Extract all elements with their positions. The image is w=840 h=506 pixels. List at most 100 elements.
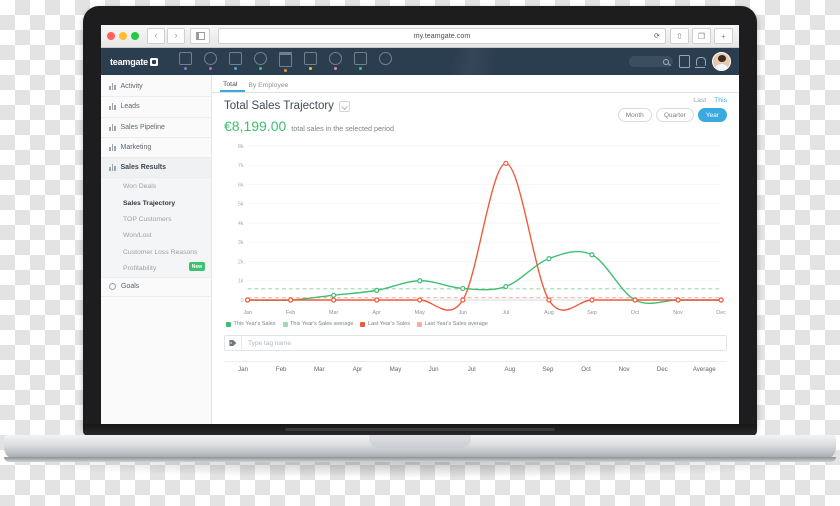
reports-icon[interactable] (323, 51, 348, 72)
global-search-input[interactable] (629, 56, 673, 67)
x-axis-tick: Feb (286, 310, 295, 316)
data-point[interactable] (331, 297, 337, 303)
sidebar-item-goals[interactable]: Goals (101, 276, 211, 298)
settings-icon[interactable] (373, 51, 398, 72)
sidebar: Activity Leads Sales Pipeline Marketing Sale… (101, 75, 212, 425)
period-range-quarter[interactable]: Quarter (655, 108, 694, 122)
data-point[interactable] (632, 297, 638, 303)
forward-button[interactable]: › (167, 28, 185, 44)
tab-total[interactable]: Total (220, 81, 246, 92)
data-point[interactable] (374, 287, 380, 293)
new-tab-icon[interactable]: + (714, 28, 733, 44)
period-range-month[interactable]: Month (617, 108, 652, 122)
data-point[interactable] (718, 297, 724, 303)
bar-chart-icon (109, 144, 116, 152)
user-avatar[interactable] (712, 52, 731, 71)
dashboard-icon[interactable] (173, 51, 198, 72)
bell-icon[interactable] (695, 57, 706, 68)
data-point[interactable] (288, 297, 294, 303)
screen: ‹ › my.teamgate.com ⟳ ⇧ ❐ + teamgate Act… (101, 25, 739, 425)
sidebar-toggle-icon[interactable] (190, 28, 210, 44)
sidebar-subitem-label: Customer Loss Reasons (123, 248, 198, 256)
legend-item[interactable]: This Year's Sales average (282, 321, 353, 327)
sidebar-subitem-sales-trajectory[interactable]: Sales Trajectory (101, 194, 211, 212)
sidebar-subitem-profitability[interactable]: Profitability New (101, 260, 211, 277)
table-header-cell: Jun (428, 366, 439, 373)
legend-label: This Year's Sales (233, 321, 276, 327)
data-point[interactable] (503, 283, 509, 290)
sidebar-subitem-won-deals[interactable]: Won Deals (101, 178, 211, 195)
legend-item[interactable]: This Year's Sales (226, 321, 276, 327)
y-axis-tick: 4k (238, 221, 244, 227)
period-scope-this[interactable]: This (714, 97, 727, 104)
table-header-cell: Nov (618, 366, 630, 373)
leads-icon[interactable] (198, 51, 223, 72)
back-button[interactable]: ‹ (147, 28, 165, 44)
data-point[interactable] (460, 285, 466, 292)
data-point[interactable] (546, 297, 552, 303)
sidebar-item-sales-results[interactable]: Sales Results (101, 158, 211, 179)
share-icon[interactable]: ⇧ (670, 28, 689, 44)
period-range-year[interactable]: Year (697, 108, 727, 122)
months-table-header: Jan Feb Mar Apr May Jun Jul Aug Sep Oct Nov Dec Aver… (224, 361, 727, 373)
data-point[interactable] (546, 256, 552, 262)
tab-by-employee[interactable]: By Employee (245, 82, 296, 92)
data-point[interactable] (374, 297, 380, 303)
laptop-mockup: ‹ › my.teamgate.com ⟳ ⇧ ❐ + teamgate Act… (0, 0, 840, 506)
table-header-cell: Oct (581, 366, 591, 373)
legend-item[interactable]: Last Year's Sales (360, 321, 410, 327)
url-bar[interactable]: my.teamgate.com ⟳ (218, 28, 666, 44)
pipeline-icon-glyph (229, 52, 242, 65)
series-line (247, 162, 722, 311)
library-icon[interactable] (348, 51, 373, 72)
minimize-window-button[interactable] (119, 32, 127, 40)
notes-icon[interactable] (679, 55, 690, 68)
data-point[interactable] (460, 297, 466, 303)
app-body: Activity Leads Sales Pipeline Marketing Sale… (101, 75, 739, 425)
period-range-toggle: Month Quarter Year (617, 108, 727, 122)
sidebar-item-activity[interactable]: Activity (101, 77, 211, 98)
nav-indicator-dot (184, 67, 187, 70)
sidebar-subitem-top-customers[interactable]: TOP Customers (101, 211, 211, 228)
sidebar-item-marketing[interactable]: Marketing (101, 138, 211, 159)
maximize-window-button[interactable] (131, 32, 139, 40)
tab-bar: Total By Employee (212, 75, 739, 93)
sidebar-subitem-won-lost[interactable]: Won/Lost (101, 227, 211, 245)
x-axis-tick: Aug (544, 310, 554, 316)
y-axis-tick: 6k (238, 182, 244, 188)
calendar-icon[interactable] (298, 51, 323, 72)
legend-item[interactable]: Last Year's Sales average (416, 321, 488, 327)
data-point[interactable] (589, 297, 595, 303)
data-point[interactable] (331, 292, 337, 298)
data-point[interactable] (245, 297, 251, 303)
x-axis-tick: Sep (587, 310, 597, 316)
teamgate-logo[interactable]: teamgate (101, 57, 173, 67)
report-panel: Total Sales Trajectory €8,199.00 total s… (212, 93, 739, 134)
contacts-icon-glyph (254, 52, 267, 65)
data-point[interactable] (675, 297, 681, 303)
data-point[interactable] (417, 297, 423, 303)
data-point[interactable] (503, 160, 509, 166)
reload-icon[interactable]: ⟳ (654, 32, 660, 40)
sidebar-subitem-customer-loss-reasons[interactable]: Customer Loss Reasons (101, 244, 211, 261)
period-scope-last[interactable]: Last (693, 97, 706, 104)
series-line (247, 250, 722, 305)
close-window-button[interactable] (107, 32, 115, 40)
data-point[interactable] (417, 278, 423, 284)
table-header-cell: Aug (504, 366, 516, 373)
deals-icon[interactable] (273, 51, 298, 72)
tag-input-row[interactable]: Type tag name (224, 335, 727, 351)
sidebar-item-sales-pipeline[interactable]: Sales Pipeline (101, 118, 211, 138)
sidebar-item-label: Goals (121, 283, 140, 291)
browser-chrome: ‹ › my.teamgate.com ⟳ ⇧ ❐ + (101, 25, 739, 48)
expand-icon[interactable] (338, 100, 350, 112)
contacts-icon[interactable] (248, 51, 273, 72)
pipeline-icon[interactable] (223, 51, 248, 72)
tabs-overview-icon[interactable]: ❐ (692, 28, 711, 44)
y-axis-tick: 1k (238, 279, 244, 285)
leads-icon-glyph (204, 52, 217, 65)
sidebar-item-leads[interactable]: Leads (101, 97, 211, 118)
x-axis-tick: Dec (716, 310, 726, 316)
legend-swatch (360, 321, 366, 327)
data-point[interactable] (589, 252, 595, 258)
